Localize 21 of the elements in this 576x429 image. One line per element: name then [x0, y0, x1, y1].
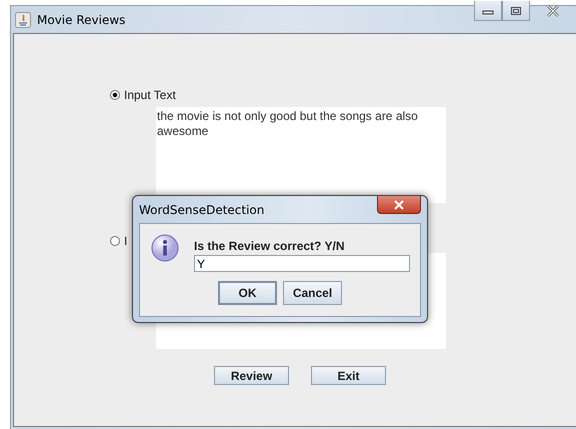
close-button[interactable]	[377, 196, 421, 214]
review-button[interactable]: Review	[214, 366, 289, 385]
window-title: Movie Reviews	[37, 12, 126, 26]
cancel-button[interactable]: Cancel	[283, 281, 342, 305]
maximize-button[interactable]	[502, 1, 530, 21]
exit-button[interactable]: Exit	[311, 366, 386, 385]
close-icon	[546, 5, 560, 17]
answer-field[interactable]: Y	[194, 255, 410, 272]
close-icon	[393, 200, 405, 210]
radio-button[interactable]	[110, 90, 120, 100]
ok-button[interactable]: OK	[218, 281, 277, 305]
radio-label: I	[124, 234, 128, 248]
app-icon	[15, 12, 31, 28]
radio-button[interactable]	[110, 236, 120, 246]
dialog-title: WordSenseDetection	[139, 202, 264, 216]
maximize-icon	[510, 6, 522, 16]
info-icon	[151, 234, 179, 262]
radio-label: Input Text	[124, 88, 176, 102]
text-area[interactable]: the movie is not only good but the songs are also awesome	[156, 107, 446, 203]
minimize-button[interactable]	[474, 1, 502, 21]
dialog-message: Is the Review correct? Y/N	[194, 239, 346, 253]
